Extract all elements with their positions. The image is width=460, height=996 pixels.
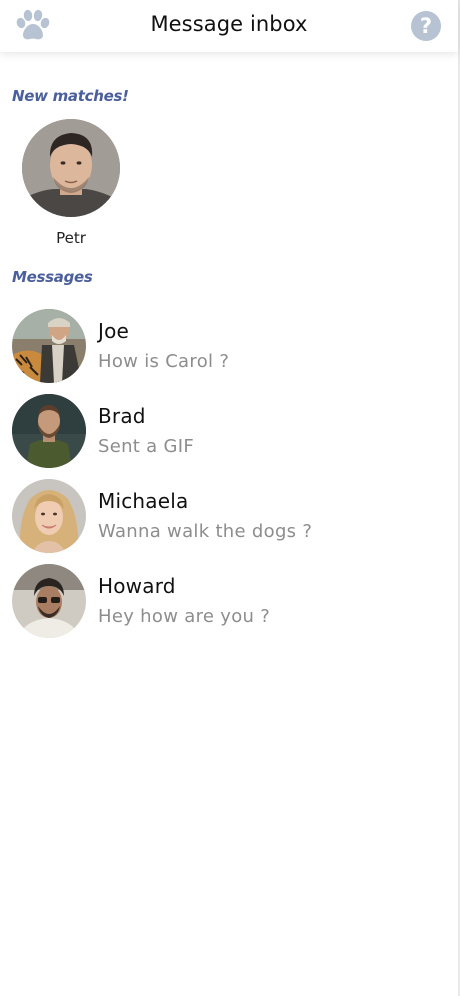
message-preview: Sent a GIF [98, 436, 195, 457]
match-name: Petr [56, 229, 86, 247]
page-title: Message inbox [150, 12, 308, 36]
message-preview: Hey how are you ? [98, 606, 271, 627]
avatar[interactable] [12, 394, 86, 468]
message-preview: How is Carol ? [98, 351, 230, 372]
conversation-item-brad[interactable]: Brad Sent a GIF [12, 394, 452, 469]
conversation-name: Joe [98, 319, 130, 343]
conversation-item-howard[interactable]: Howard Hey how are you ? [12, 564, 452, 639]
message-preview: Wanna walk the dogs ? [98, 521, 313, 542]
help-icon[interactable]: ? [411, 11, 441, 41]
conversation-name: Michaela [98, 489, 189, 513]
avatar[interactable] [12, 564, 86, 638]
avatar[interactable] [12, 479, 86, 553]
conversation-name: Howard [98, 574, 176, 598]
avatar[interactable] [12, 309, 86, 383]
app-header: Message inbox ? [0, 0, 458, 52]
messages-heading: Messages [12, 268, 93, 286]
match-item[interactable]: Petr [22, 119, 120, 247]
new-matches-heading: New matches! [12, 87, 129, 105]
conversation-name: Brad [98, 404, 146, 428]
conversation-item-michaela[interactable]: Michaela Wanna walk the dogs ? [12, 479, 452, 554]
conversation-item-joe[interactable]: Joe How is Carol ? [12, 309, 452, 384]
avatar[interactable] [22, 119, 120, 217]
